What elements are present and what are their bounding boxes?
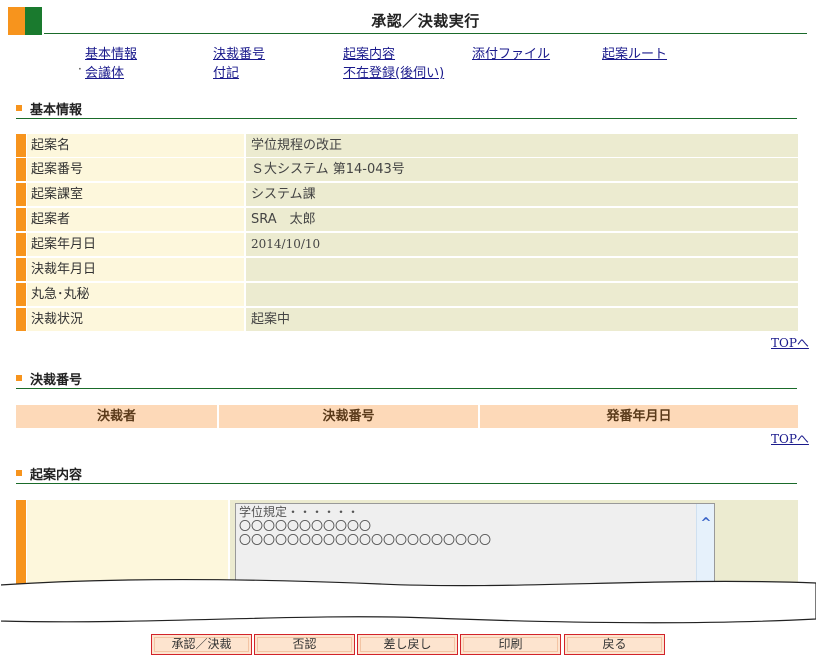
info-row: 決裁年月日 (16, 258, 798, 281)
table-header-decision-number: 決裁番号 (219, 405, 478, 428)
row-marker (16, 283, 26, 306)
approve-button-label: 承認／決裁 (171, 637, 232, 651)
nav-link-attachments[interactable]: 添付ファイル (472, 43, 550, 62)
torn-edge-overlay (0, 579, 816, 625)
back-button-label: 戻る (602, 637, 627, 651)
info-value: 学位規程の改正 (246, 134, 798, 157)
info-label: 決裁状況 (27, 308, 244, 331)
top-link[interactable]: TOPへ (771, 430, 809, 447)
section-title: 基本情報 (30, 103, 83, 118)
print-button-label: 印刷 (498, 637, 523, 651)
section-title: 決裁番号 (30, 373, 83, 388)
info-row: 決裁状況 起案中 (16, 308, 798, 331)
nav-link-decision-number[interactable]: 決裁番号 (213, 43, 265, 62)
info-row: 起案番号 Ｓ大システム 第14-043号 (16, 158, 798, 181)
info-value: Ｓ大システム 第14-043号 (246, 158, 798, 181)
approve-button[interactable]: 承認／決裁 (151, 634, 252, 655)
title-divider (44, 33, 807, 34)
row-marker (16, 183, 26, 206)
nav-link-basic-info[interactable]: 基本情報 (85, 43, 137, 62)
print-button[interactable]: 印刷 (460, 634, 561, 655)
info-label: 起案者 (27, 208, 244, 231)
table-header-issue-date: 発番年月日 (480, 405, 798, 428)
info-value (246, 258, 798, 281)
nav-link-proposal-content[interactable]: 起案内容 (343, 43, 395, 62)
info-label: 丸急･丸秘 (27, 283, 244, 306)
logo-green-block (25, 7, 42, 35)
info-label: 決裁年月日 (27, 258, 244, 281)
info-label: 起案番号 (27, 158, 244, 181)
row-marker (16, 308, 26, 331)
nav-link-absence[interactable]: 不在登録(後伺い) (343, 62, 444, 81)
row-marker (16, 208, 26, 231)
info-row: 起案課室 システム課 (16, 183, 798, 206)
row-marker (16, 158, 26, 181)
section-header-decision-number: 決裁番号 (16, 369, 797, 389)
nav-link-route[interactable]: 起案ルート (602, 43, 667, 62)
section-marker-icon (16, 470, 22, 476)
info-value: システム課 (246, 183, 798, 206)
logo-orange-block (8, 7, 25, 35)
info-row: 起案名 学位規程の改正 (16, 134, 798, 157)
row-marker (16, 233, 26, 256)
info-label: 起案名 (27, 134, 244, 157)
info-label: 起案課室 (27, 183, 244, 206)
page-title: 承認／決裁実行 (371, 12, 480, 30)
row-marker (16, 258, 26, 281)
info-value: 2014/10/10 (246, 233, 798, 256)
row-marker (16, 134, 26, 157)
info-row: 丸急･丸秘 (16, 283, 798, 306)
back-button[interactable]: 戻る (564, 634, 665, 655)
info-value (246, 283, 798, 306)
app-logo (8, 7, 42, 35)
info-value: 起案中 (246, 308, 798, 331)
section-header-basic-info: 基本情報 (16, 99, 797, 119)
nav-link-meeting[interactable]: 会議体 (85, 62, 124, 81)
section-header-proposal: 起案内容 (16, 464, 797, 484)
send-back-button[interactable]: 差し戻し (357, 634, 458, 655)
reject-button-label: 否認 (292, 637, 317, 651)
chevron-up-icon[interactable]: ^ (697, 516, 715, 531)
top-link[interactable]: TOPへ (771, 334, 809, 351)
nav-bullet: · (78, 62, 82, 76)
info-row: 起案者 SRA 太郎 (16, 208, 798, 231)
section-title: 起案内容 (30, 468, 83, 483)
table-header-approver: 決裁者 (16, 405, 217, 428)
section-marker-icon (16, 375, 22, 381)
info-label: 起案年月日 (27, 233, 244, 256)
info-row: 起案年月日 2014/10/10 (16, 233, 798, 256)
nav-link-note[interactable]: 付記 (213, 62, 239, 81)
reject-button[interactable]: 否認 (254, 634, 355, 655)
section-marker-icon (16, 105, 22, 111)
info-value: SRA 太郎 (246, 208, 798, 231)
send-back-button-label: 差し戻し (383, 637, 432, 651)
